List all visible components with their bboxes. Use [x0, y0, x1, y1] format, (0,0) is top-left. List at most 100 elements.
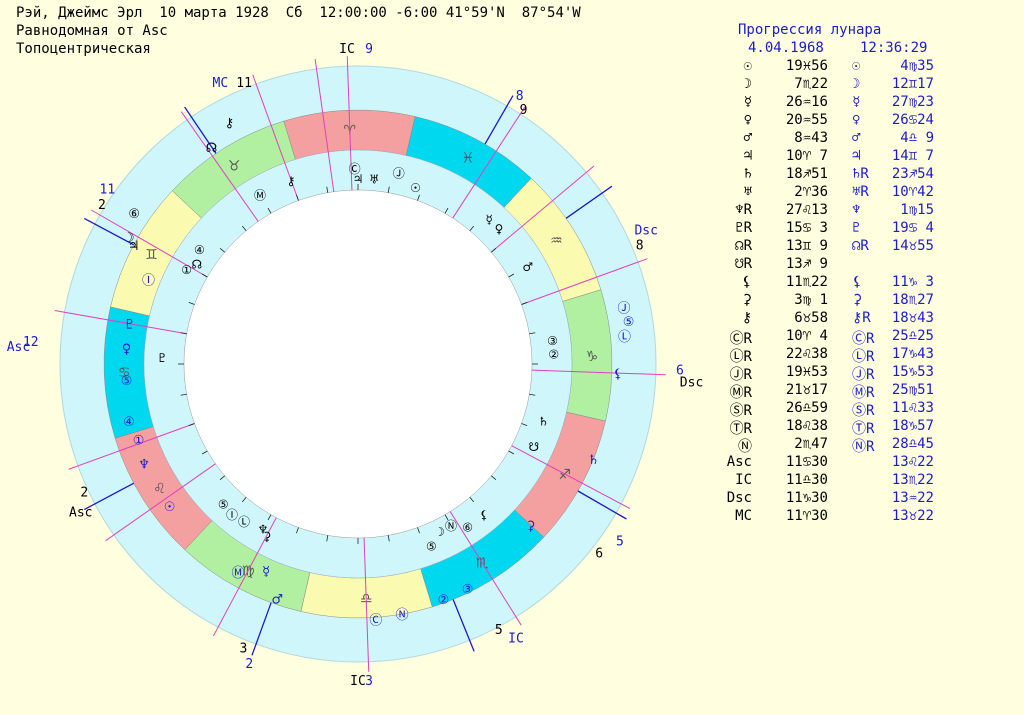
natal-symbol: ♅	[743, 184, 752, 200]
progressed-position: 1♍15	[900, 202, 934, 218]
table-row: ☉ 19♓56 ☉ 4♍35	[716, 58, 1016, 76]
progressed-planet-glyph: Ⓘ	[142, 273, 155, 288]
table-row: ♄ 18♐51 ♄R 23♐54	[716, 166, 1016, 184]
progressed-planet-glyph: Ⓙ	[618, 301, 631, 316]
house-label: Asc	[69, 505, 92, 520]
progressed-planet-glyph: ♄	[588, 453, 600, 468]
natal-planet-glyph: ♂	[522, 260, 533, 274]
progressed-position: 13♒22	[891, 490, 934, 506]
house-label: 2	[245, 657, 253, 672]
house-label: Dsc	[634, 224, 657, 239]
table-row: ☽ 7♏22 ☽ 12♊17	[716, 76, 1016, 94]
progressed-position: 14♉55	[891, 238, 934, 254]
natal-symbol: ♇R	[735, 220, 752, 236]
zodiac-glyph-2: ♒	[550, 233, 563, 249]
table-row: ♃ 10♈ 7 ♃ 14♊ 7	[716, 148, 1016, 166]
progressed-planet-glyph: ♃	[128, 239, 140, 254]
table-row: ⚳ 3♍ 1 ⚳ 18♏27	[716, 292, 1016, 310]
natal-position: 13♊ 9	[785, 238, 828, 254]
progressed-planet-glyph: ☊	[206, 141, 218, 156]
natal-symbol: ⓉR	[729, 421, 752, 437]
progressed-planet-glyph: ⚸	[613, 367, 623, 382]
table-row: ♆R 27♌13 ♆ 1♍15	[716, 202, 1016, 220]
natal-position: 11♑30	[785, 490, 828, 506]
natal-symbol: Asc	[726, 454, 752, 470]
house-label: 9	[520, 103, 528, 118]
progression-date: 4.04.1968	[748, 40, 824, 56]
natal-planet-glyph: ☉	[410, 181, 421, 195]
natal-planet-glyph: ♅	[369, 173, 380, 187]
table-row: ☿ 26♒16 ☿ 27♍23	[716, 94, 1016, 112]
progressed-position: 28♎45	[891, 436, 934, 452]
progressed-planet-glyph: ③	[462, 583, 474, 598]
progressed-position: 13♌22	[891, 454, 934, 470]
natal-planet-glyph: Ⓛ	[238, 515, 250, 529]
table-row: ⒸR 10♈ 4 ⒸR 25♎25	[716, 328, 1016, 347]
natal-symbol: ♀	[743, 112, 752, 128]
natal-symbol: ☊R	[735, 238, 752, 254]
table-row: ⚷ 6♉58 ⚷R 18♉43	[716, 310, 1016, 328]
progressed-planet-glyph: ②	[438, 593, 450, 608]
house-label: 2	[80, 486, 88, 501]
progressed-position: 25♍51	[891, 382, 934, 398]
natal-position: 26♒16	[785, 94, 828, 110]
table-row: ☋R 13♐ 9	[716, 256, 1016, 274]
progressed-planet-glyph: ☿	[262, 564, 270, 579]
house-label: 11	[236, 76, 252, 91]
natal-position: 10♈ 7	[785, 148, 828, 164]
natal-position: 22♌38	[785, 346, 828, 362]
progressed-planet-glyph: Ⓛ	[618, 330, 631, 345]
natal-position: 11♏22	[785, 274, 828, 290]
table-row: ⓈR 26♎59 ⓈR 11♌33	[716, 400, 1016, 419]
zodiac-glyph-3: ♑	[586, 349, 599, 365]
progressed-planet-glyph: ♀	[122, 342, 132, 357]
table-row: Ⓝ 2♏47 ⓃR 28♎45	[716, 436, 1016, 455]
natal-symbol: ⚷	[741, 310, 752, 326]
progressed-position: 13♉22	[891, 508, 934, 524]
natal-position: 2♏47	[794, 436, 828, 452]
natal-planet-glyph: Ⓜ	[254, 188, 266, 202]
house-label: 2	[98, 198, 106, 213]
table-row: ♇R 15♋ 3 ♇ 19♋ 4	[716, 220, 1016, 238]
progressed-position: 23♐54	[891, 166, 934, 182]
table-row: ♅ 2♈36 ♅R 10♈42	[716, 184, 1016, 202]
table-title: Прогрессия лунара	[738, 22, 882, 38]
progressed-planet-glyph: ⑥	[128, 207, 140, 222]
house-label: MC	[213, 76, 229, 91]
progressed-position: 15♑53	[891, 364, 934, 380]
natal-position: 27♌13	[785, 202, 828, 218]
natal-symbol: ⚳	[741, 292, 752, 308]
progressed-planet-glyph: ☉	[164, 500, 176, 515]
natal-symbol: ♂	[743, 130, 752, 146]
natal-position: 2♈36	[794, 184, 828, 200]
house-label: IC	[339, 42, 355, 57]
natal-symbol: ⒸR	[729, 331, 752, 347]
zodiac-glyph-11: ♉	[228, 159, 241, 175]
natal-position: 13♐ 9	[785, 256, 828, 272]
natal-planet-glyph: ①	[181, 263, 192, 277]
natal-symbol: ♄	[743, 166, 752, 182]
table-row: ⓁR 22♌38 ⓁR 17♑43	[716, 346, 1016, 365]
natal-planet-glyph: Ⓝ	[445, 519, 457, 533]
natal-planet-glyph: ☿	[485, 212, 492, 226]
table-row: ☊R 13♊ 9 ☊R 14♉55	[716, 238, 1016, 256]
natal-symbol: ⓁR	[729, 349, 752, 365]
table-row: ⒿR 19♓53 ⒿR 15♑53	[716, 364, 1016, 383]
zodiac-glyph-4: ♐	[558, 467, 571, 483]
natal-planet-glyph: Ⓙ	[393, 166, 405, 180]
natal-symbol: ☉	[743, 58, 752, 74]
progressed-position: 18♑57	[891, 418, 934, 434]
house-label: 11	[100, 182, 116, 197]
progressed-position: 11♌33	[891, 400, 934, 416]
natal-position: 11♈30	[785, 508, 828, 524]
natal-position: 6♉58	[794, 310, 828, 326]
progressed-position: 17♑43	[891, 346, 934, 362]
table-row: IC 11♎30 13♏22	[716, 472, 1016, 490]
natal-position: 18♌38	[785, 418, 828, 434]
natal-position: 8♒43	[794, 130, 828, 146]
natal-symbol: ⓈR	[729, 403, 752, 419]
natal-planet-glyph: ☽	[434, 525, 445, 539]
house-label: 5	[495, 623, 503, 638]
progressed-planet-glyph: Ⓒ	[369, 613, 382, 628]
table-row: Asc 11♋30 13♌22	[716, 454, 1016, 472]
